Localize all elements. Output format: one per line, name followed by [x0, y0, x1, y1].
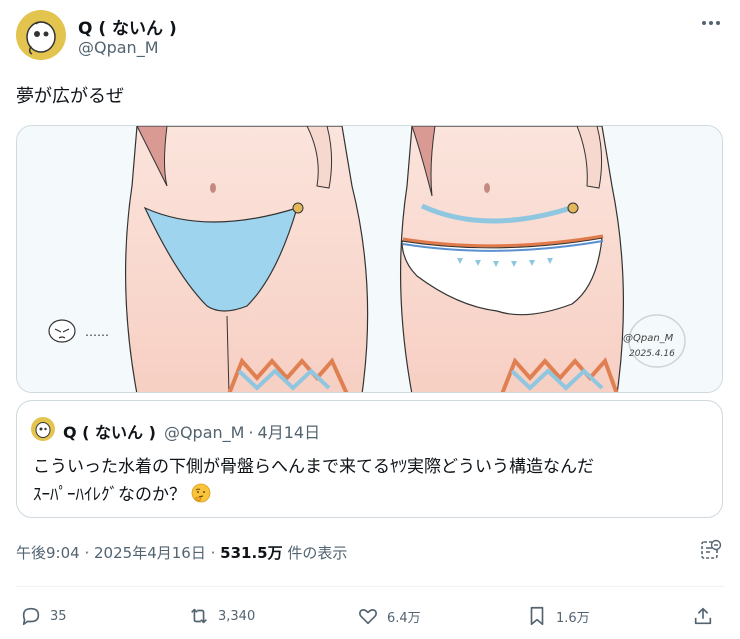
tweet-text: 夢が広がるぜ: [16, 86, 124, 107]
divider: [16, 586, 724, 587]
action-bar: 35 3,340 6.4万 1.6万: [0, 600, 740, 632]
quoted-text-line2: ｽｰﾊﾟｰﾊｲﾚｸﾞなのか？: [33, 485, 186, 505]
bookmark-button[interactable]: 1.6万: [526, 604, 590, 628]
tweet-time[interactable]: 午後9:04: [16, 544, 80, 562]
tweet-meta: 午後9:04 · 2025年4月16日 · 531.5万 件の表示: [16, 544, 348, 562]
quoted-tweet[interactable]: Q ( ないん ) @Qpan_M · 4月14日 こういった水着の下側が骨盤らへんま…: [16, 400, 723, 518]
bookmark-count: 1.6万: [556, 610, 590, 626]
quoted-avatar: [31, 417, 55, 441]
user-handle[interactable]: @Qpan_M: [78, 38, 159, 57]
reply-button[interactable]: 35: [20, 604, 67, 628]
tweet-date[interactable]: 2025年4月16日: [94, 544, 206, 562]
quoted-text: こういった水着の下側が骨盤らへんまで来てるﾔﾂ実際どういう構造なんだ ｽｰﾊﾟｰ…: [33, 453, 713, 509]
reply-count: 35: [50, 608, 67, 624]
quoted-display-name: Q ( ないん ): [63, 423, 156, 442]
views-label: 件の表示: [287, 544, 348, 562]
like-count: 6.4万: [387, 610, 421, 626]
quoted-text-line1: こういった水着の下側が骨盤らへんまで来てるﾔﾂ実際どういう構造なんだ: [33, 457, 594, 477]
bookmark-icon: [530, 606, 544, 626]
thinking-face-icon: [191, 483, 211, 503]
retweet-count: 3,340: [218, 608, 256, 624]
like-button[interactable]: 6.4万: [357, 604, 421, 628]
quoted-date: 4月14日: [257, 423, 321, 442]
avatar[interactable]: [16, 10, 66, 60]
reply-icon: [22, 607, 40, 626]
retweet-button[interactable]: 3,340: [188, 604, 255, 628]
quoted-header: Q ( ないん ) @Qpan_M · 4月14日: [63, 423, 321, 442]
signature-text: @Qpan_M: [623, 333, 674, 344]
views-count: 531.5万: [220, 544, 283, 562]
signature-date-text: 2025.4.16: [629, 349, 675, 359]
sweat-face-doodle: [48, 319, 76, 343]
tweet-header: Q ( ないん ) @Qpan_M: [16, 8, 724, 62]
analytics-icon[interactable]: [700, 539, 722, 561]
more-options-icon[interactable]: [700, 12, 722, 34]
retweet-icon: [191, 608, 207, 624]
quoted-handle: @Qpan_M: [163, 423, 245, 442]
tweet-media-image[interactable]: …… @Qpan_M 2025.4.16: [16, 125, 723, 393]
heart-icon: [359, 609, 377, 625]
display-name[interactable]: Q ( ないん ): [78, 14, 177, 39]
share-button[interactable]: [692, 604, 722, 628]
share-icon: [694, 607, 712, 625]
dots-text: ……: [85, 325, 109, 339]
